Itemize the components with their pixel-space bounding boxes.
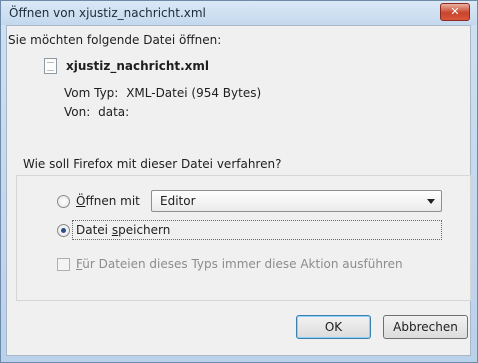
file-type-value: XML-Datei (954 Bytes) (126, 86, 262, 100)
document-icon (44, 58, 57, 74)
action-question: Wie soll Firefox mit dieser Datei verfah… (23, 157, 282, 171)
file-source-label: Von: (64, 105, 91, 119)
intro-text: Sie möchten folgende Datei öffnen: (8, 33, 222, 47)
open-with-radio[interactable] (57, 195, 70, 208)
close-button[interactable]: ✕ (440, 3, 470, 21)
ok-button[interactable]: OK (296, 315, 371, 339)
file-source-value: data: (98, 105, 130, 119)
window-title: Öffnen von xjustiz_nachricht.xml (9, 6, 206, 20)
open-with-label[interactable]: Öffnen mit (76, 194, 140, 208)
always-do-this-text: ür Dateien dieses Typs immer diese Aktio… (82, 257, 403, 271)
cancel-button[interactable]: Abbrechen (383, 315, 468, 339)
save-file-text: peichern (118, 223, 171, 237)
save-file-prefix: Datei (76, 223, 112, 237)
file-type-row: Vom Typ: XML-Datei (954 Bytes) (64, 86, 261, 100)
always-do-this-checkbox[interactable] (57, 258, 70, 271)
always-do-this-label[interactable]: Für Dateien dieses Typs immer diese Akti… (76, 257, 403, 271)
open-with-text: ffnen mit (85, 194, 140, 208)
application-select-value: Editor (160, 194, 196, 208)
title-bar[interactable]: Öffnen von xjustiz_nachricht.xml ✕ (1, 1, 477, 25)
file-name: xjustiz_nachricht.xml (66, 59, 210, 73)
file-type-label: Vom Typ: (64, 86, 119, 100)
save-file-radio[interactable] (57, 224, 70, 237)
save-file-label[interactable]: Datei speichern (76, 223, 170, 237)
chevron-down-icon (427, 199, 435, 204)
file-source-row: Von: data: (64, 105, 129, 119)
application-select[interactable]: Editor (151, 190, 442, 212)
close-icon: ✕ (450, 5, 460, 18)
